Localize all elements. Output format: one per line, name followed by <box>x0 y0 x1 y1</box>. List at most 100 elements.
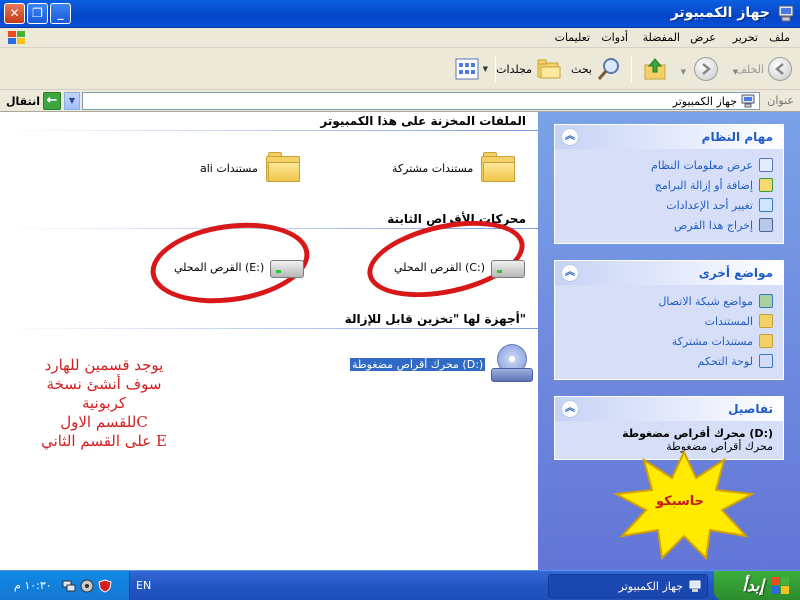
link-label: مستندات مشتركة <box>671 334 753 348</box>
link-label: إخراج هذا القرص <box>673 218 753 232</box>
link-label: إضافة أو إزالة البرامج <box>654 178 753 192</box>
start-label: إبدأ <box>742 576 764 595</box>
system-tray: ١٠:٣٠ م <box>0 571 130 600</box>
collapse-chevron-icon[interactable]: ︽ <box>561 264 579 282</box>
start-button[interactable]: إبدأ <box>714 571 800 600</box>
control-panel-link[interactable]: لوحة التحكم <box>565 351 773 371</box>
eject-disc-link[interactable]: إخراج هذا القرص <box>565 215 773 235</box>
add-remove-icon <box>759 178 773 192</box>
network-icon <box>759 294 773 308</box>
hard-drive-icon <box>490 254 525 280</box>
menu-file[interactable]: ملف <box>769 31 790 44</box>
go-button[interactable]: انتقال ← <box>6 92 61 110</box>
note-line: على القسم الثاني E <box>41 432 167 450</box>
link-label: عرض معلومات النظام <box>651 158 753 172</box>
computer-icon <box>778 5 794 22</box>
up-button[interactable] <box>642 54 668 84</box>
add-remove-programs-link[interactable]: إضافة أو إزالة البرامج <box>565 175 773 195</box>
details-name: محرك أقراص مضغوطة (D:) <box>622 427 773 440</box>
shared-documents-link[interactable]: مستندات مشتركة <box>565 331 773 351</box>
back-label: الخلف <box>735 62 764 76</box>
menu-tools[interactable]: أدوات <box>601 31 628 44</box>
views-dropdown-icon: ▼ <box>482 65 488 73</box>
computer-icon <box>741 94 755 108</box>
window-title: جهاز الكمبيوتر <box>670 5 770 21</box>
drive-e[interactable]: القرص المحلي (E:) <box>174 254 305 280</box>
menu-favorites[interactable]: المفضلة <box>643 31 680 44</box>
settings-icon <box>759 198 773 212</box>
network-places-link[interactable]: مواضع شبكة الاتصال <box>565 291 773 311</box>
change-setting-link[interactable]: تغيير أحد الإعدادات <box>565 195 773 215</box>
control-panel-icon <box>759 354 773 368</box>
views-button[interactable]: ▼ <box>455 54 488 84</box>
view-system-info-link[interactable]: عرض معلومات النظام <box>565 155 773 175</box>
network-tray-icon[interactable] <box>62 579 76 593</box>
annotation-note: يوجد قسمين للهارد سوف أنشئ نسخة كربونية … <box>24 356 184 451</box>
other-places-title: مواضع أخرى <box>698 266 773 280</box>
eject-icon <box>759 218 773 232</box>
folder-up-icon <box>644 58 666 80</box>
title-bar: ✕ ❐ _ جهاز الكمبيوتر <box>0 0 800 28</box>
minimize-button[interactable]: _ <box>50 3 71 24</box>
system-tasks-panel: مهام النظام ︽ عرض معلومات النظام إضافة أ… <box>554 124 784 244</box>
folder-icon <box>759 334 773 348</box>
folder-icon <box>264 152 302 184</box>
drive-c[interactable]: القرص المحلي (C:) <box>394 254 525 280</box>
forward-dropdown-icon[interactable]: ▼ <box>681 68 686 76</box>
group-removable: أجهزة لها "تخزين قابل للإزالة" <box>344 312 526 326</box>
file-view: الملفات المخزنة على هذا الكمبيوتر مستندا… <box>0 112 538 570</box>
views-icon <box>455 58 479 80</box>
collapse-chevron-icon[interactable]: ︽ <box>561 400 579 418</box>
security-shield-icon[interactable] <box>98 579 112 593</box>
address-bar: عنوان جهاز الكمبيوتر ▼ انتقال ← <box>0 90 800 112</box>
link-label: المستندات <box>704 314 753 328</box>
system-tasks-header[interactable]: مهام النظام ︽ <box>555 125 783 149</box>
maximize-button[interactable]: ❐ <box>27 3 48 24</box>
search-label: بحث <box>571 62 592 76</box>
other-places-panel: مواضع أخرى ︽ مواضع شبكة الاتصال المستندا… <box>554 260 784 380</box>
drive-d[interactable]: محرك أقراص مضغوطة (D:) <box>350 344 534 384</box>
forward-button[interactable] <box>694 54 718 84</box>
close-button[interactable]: ✕ <box>4 3 25 24</box>
search-button[interactable]: بحث <box>571 54 622 84</box>
link-label: تغيير أحد الإعدادات <box>666 198 753 212</box>
windows-logo-icon <box>772 577 789 594</box>
note-line: سوف أنشئ نسخة كربونية <box>46 375 162 412</box>
menu-view[interactable]: عرض <box>690 31 716 44</box>
windows-logo-icon <box>8 31 25 44</box>
ali-documents-folder[interactable]: ali مستندات <box>200 152 302 184</box>
address-input[interactable]: جهاز الكمبيوتر <box>82 92 760 110</box>
menu-edit[interactable]: تحرير <box>733 31 758 44</box>
group-divider <box>0 130 538 131</box>
computer-icon <box>689 580 701 592</box>
audio-tray-icon[interactable] <box>80 579 94 593</box>
toolbar-separator <box>631 56 632 82</box>
back-arrow-icon <box>768 57 792 81</box>
note-line: يوجد قسمين للهارد <box>44 356 164 374</box>
clock: ١٠:٣٠ م <box>14 579 52 592</box>
address-dropdown-icon[interactable]: ▼ <box>64 92 80 110</box>
details-header[interactable]: تفاصيل ︽ <box>555 397 783 421</box>
toolbar: الخلف ▼ ▼ بحث مجلدات ▼ <box>0 48 800 90</box>
forward-arrow-icon <box>694 57 718 81</box>
stamp-text: حاسبكو <box>656 494 705 509</box>
other-places-header[interactable]: مواضع أخرى ︽ <box>555 261 783 285</box>
my-documents-link[interactable]: المستندات <box>565 311 773 331</box>
folders-label: مجلدات <box>496 62 532 76</box>
drive-d-label: محرك أقراص مضغوطة (D:) <box>350 357 486 371</box>
go-label: انتقال <box>6 94 40 108</box>
back-button[interactable]: الخلف <box>735 54 792 84</box>
back-dropdown-icon[interactable]: ▼ <box>733 68 738 76</box>
go-arrow-icon: ← <box>42 92 61 110</box>
address-value: جهاز الكمبيوتر <box>672 95 737 108</box>
collapse-chevron-icon[interactable]: ︽ <box>561 128 579 146</box>
search-icon <box>597 58 619 80</box>
taskbar-item-label: جهاز الكمبيوتر <box>618 580 683 593</box>
folders-button[interactable]: مجلدات <box>496 54 562 84</box>
shared-documents-folder[interactable]: مستندات مشتركة <box>392 152 517 184</box>
language-indicator[interactable]: EN <box>136 579 151 592</box>
menu-help[interactable]: تعليمات <box>555 31 590 44</box>
drive-e-label: القرص المحلي (E:) <box>174 260 265 274</box>
taskbar-item-my-computer[interactable]: جهاز الكمبيوتر <box>548 574 708 598</box>
cd-drive-icon <box>491 344 534 384</box>
